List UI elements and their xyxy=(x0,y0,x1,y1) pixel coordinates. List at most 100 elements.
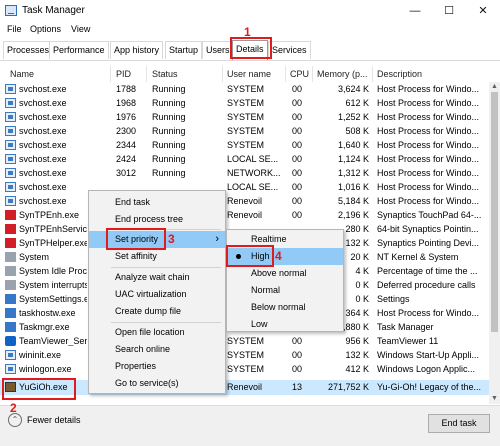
cell-name: wininit.exe xyxy=(19,350,62,360)
minimize-button[interactable]: — xyxy=(398,0,432,22)
col-cpu[interactable]: CPU xyxy=(290,69,309,79)
cell-name: svchost.exe xyxy=(19,168,67,178)
table-row[interactable]: svchost.exe 2300 Running SYSTEM 00 508 K Host … xyxy=(0,124,489,139)
table-row[interactable]: svchost.exe 2424 Running LOCAL SE... 00 1,124… xyxy=(0,152,489,167)
menu-end-process-tree[interactable]: End process tree xyxy=(89,211,225,228)
col-status[interactable]: Status xyxy=(152,69,178,79)
col-description[interactable]: Description xyxy=(377,69,422,79)
cell-user: LOCAL SE... xyxy=(227,182,279,192)
tab-processes[interactable]: Processes xyxy=(3,41,54,59)
cell-name: SynTPEnh.exe xyxy=(19,210,80,220)
table-row[interactable]: svchost.exe 3012 Running NETWORK... 00 1,312 … xyxy=(0,166,489,181)
menu-view[interactable]: View xyxy=(71,24,90,34)
cell-description: 64-bit Synaptics Pointin... xyxy=(377,224,479,234)
menu-set-affinity[interactable]: Set affinity xyxy=(89,248,225,265)
chevron-up-icon[interactable]: ⌃ xyxy=(8,413,22,427)
table-row[interactable]: SynTPEnh.exe Renevoil 00 2,196 K Synaptics T… xyxy=(0,208,489,223)
priority-normal[interactable]: Normal xyxy=(227,282,343,299)
tab-services[interactable]: Services xyxy=(268,41,311,59)
col-user-name[interactable]: User name xyxy=(227,69,271,79)
priority-above-normal[interactable]: Above normal xyxy=(227,265,343,282)
service-icon xyxy=(5,364,16,374)
cell-user: SYSTEM xyxy=(227,364,265,374)
priority-below-normal[interactable]: Below normal xyxy=(227,299,343,316)
col-pid[interactable]: PID xyxy=(116,69,131,79)
scroll-down-icon[interactable]: ▼ xyxy=(489,394,500,404)
synaptics-icon xyxy=(5,224,16,234)
column-divider[interactable] xyxy=(312,66,313,82)
tab-users[interactable]: Users xyxy=(202,41,234,59)
column-divider[interactable] xyxy=(110,66,111,82)
cell-memory: 132 K xyxy=(345,238,369,248)
cell-cpu: 00 xyxy=(292,112,303,122)
column-divider[interactable] xyxy=(146,66,147,82)
maximize-button[interactable]: ☐ xyxy=(432,0,466,22)
table-row[interactable]: svchost.exe LOCAL SE... 00 1,016 K Host Proc… xyxy=(0,180,489,195)
service-icon xyxy=(5,126,16,136)
menu-analyze-wait-chain[interactable]: Analyze wait chain xyxy=(89,269,225,286)
cell-name: svchost.exe xyxy=(19,84,67,94)
table-row[interactable]: svchost.exe 1968 Running SYSTEM 00 612 K Host … xyxy=(0,96,489,111)
cell-description: Synaptics Pointing Devi... xyxy=(377,238,480,248)
cell-description: Host Process for Windo... xyxy=(377,196,480,206)
cell-memory: 1,124 K xyxy=(337,154,369,164)
menu-uac-virtualization[interactable]: UAC virtualization xyxy=(89,286,225,303)
cell-memory: 271,752 K xyxy=(327,382,369,392)
service-icon xyxy=(5,98,16,108)
cell-memory: 1,252 K xyxy=(337,112,369,122)
tab-performance[interactable]: Performance xyxy=(49,41,109,59)
table-row[interactable]: svchost.exe 1976 Running SYSTEM 00 1,252 K Hos… xyxy=(0,110,489,125)
menu-create-dump-file[interactable]: Create dump file xyxy=(89,303,225,320)
cell-name: taskhostw.exe xyxy=(19,308,76,318)
window-title: Task Manager xyxy=(22,5,85,16)
synaptics-icon xyxy=(5,210,16,220)
menu-end-task[interactable]: End task xyxy=(89,194,225,211)
tab-startup[interactable]: Startup xyxy=(165,41,203,59)
table-row[interactable]: TeamViewer_Servi SYSTEM 00 956 K TeamViewer … xyxy=(0,334,489,349)
cell-name: SynTPHelper.exe xyxy=(19,238,87,248)
menu-properties[interactable]: Properties xyxy=(89,358,225,375)
scroll-up-icon[interactable]: ▲ xyxy=(489,82,500,92)
priority-low[interactable]: Low xyxy=(227,316,343,333)
cell-user: SYSTEM xyxy=(227,336,265,346)
column-divider[interactable] xyxy=(285,66,286,82)
cell-name: svchost.exe xyxy=(19,98,67,108)
table-row[interactable]: svchost.exe Renevoil 00 5,184 K Host Process… xyxy=(0,194,489,209)
col-memory[interactable]: Memory (p... xyxy=(317,69,368,79)
menu-file[interactable]: File xyxy=(7,24,22,34)
table-row[interactable]: winlogon.exe SYSTEM 00 412 K Windows Logon A… xyxy=(0,362,489,377)
annotation-box-high xyxy=(226,245,274,267)
col-name[interactable]: Name xyxy=(10,69,34,79)
menu-options[interactable]: Options xyxy=(30,24,61,34)
table-row[interactable]: svchost.exe 2344 Running SYSTEM 00 1,640 K Hos… xyxy=(0,138,489,153)
end-task-button[interactable]: End task xyxy=(428,414,490,433)
menu-open-file-location[interactable]: Open file location xyxy=(89,324,225,341)
service-icon xyxy=(5,168,16,178)
cell-name: TeamViewer_Servi xyxy=(19,336,87,346)
column-divider[interactable] xyxy=(222,66,223,82)
fewer-details-link[interactable]: Fewer details xyxy=(27,415,81,425)
cell-name: svchost.exe xyxy=(19,154,67,164)
cell-description: Host Process for Windo... xyxy=(377,182,480,192)
cell-cpu: 00 xyxy=(292,98,303,108)
close-button[interactable]: ✕ xyxy=(466,0,500,22)
annotation-box-details-tab xyxy=(230,37,272,59)
tab-app-history[interactable]: App history xyxy=(110,41,164,59)
cell-memory: 1,312 K xyxy=(337,168,369,178)
cell-memory: 3,624 K xyxy=(337,84,369,94)
cell-cpu: 00 xyxy=(292,364,303,374)
menu-search-online[interactable]: Search online xyxy=(89,341,225,358)
cell-pid: 1788 xyxy=(116,84,137,94)
table-row[interactable]: wininit.exe SYSTEM 00 132 K Windows Start-Up… xyxy=(0,348,489,363)
column-divider[interactable] xyxy=(372,66,373,82)
scrollbar-thumb[interactable] xyxy=(491,92,498,332)
cell-name: System xyxy=(19,252,50,262)
table-row[interactable]: svchost.exe 1788 Running SYSTEM 00 3,624 K Hos… xyxy=(0,82,489,97)
menu-go-to-services[interactable]: Go to service(s) xyxy=(89,375,225,392)
cell-description: Host Process for Windo... xyxy=(377,168,480,178)
service-icon xyxy=(5,182,16,192)
cell-user: SYSTEM xyxy=(227,350,265,360)
cell-description: Host Process for Windo... xyxy=(377,84,480,94)
cell-memory: 0 K xyxy=(355,280,369,290)
cell-cpu: 13 xyxy=(292,382,303,392)
